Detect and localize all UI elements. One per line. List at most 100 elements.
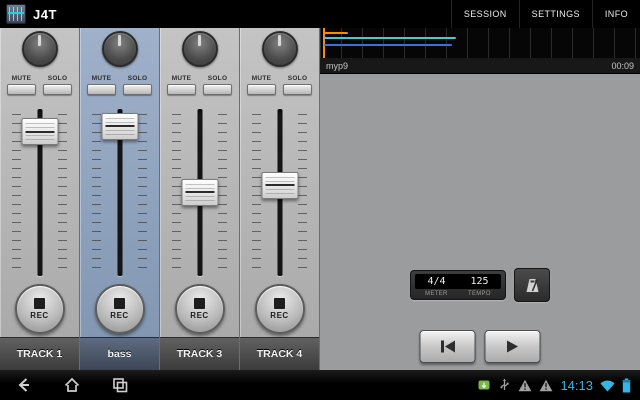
mute-label: MUTE	[92, 75, 112, 82]
home-icon	[62, 375, 82, 395]
track-name-label[interactable]: TRACK 1	[0, 337, 79, 370]
waveform-trace-cyan	[324, 37, 456, 39]
volume-fader[interactable]	[261, 172, 298, 199]
elapsed-time: 00:09	[611, 61, 634, 71]
record-square-icon	[114, 298, 125, 309]
mute-solo-row: MUTE SOLO	[240, 70, 319, 100]
fader-ticks	[92, 114, 101, 271]
play-button[interactable]	[485, 330, 541, 363]
waveform-trace-blue	[324, 44, 452, 46]
solo-label: SOLO	[128, 75, 148, 82]
fader-zone	[240, 106, 319, 279]
rec-label: REC	[190, 311, 208, 320]
rec-zone: REC	[0, 281, 79, 337]
mute-label: MUTE	[252, 75, 272, 82]
mute-button[interactable]	[7, 84, 36, 95]
fader-zone	[0, 106, 79, 279]
pan-knob[interactable]	[262, 31, 298, 67]
action-bar: J4T SESSION SETTINGS INFO	[0, 0, 640, 28]
action-bar-menu: SESSION SETTINGS INFO	[451, 0, 640, 28]
tempo-display-screen: 4/4 125	[415, 274, 501, 289]
volume-fader[interactable]	[21, 118, 58, 145]
knob-zone	[80, 28, 159, 70]
fader-ticks	[252, 114, 261, 271]
pan-knob[interactable]	[102, 31, 138, 67]
solo-label: SOLO	[208, 75, 228, 82]
tempo-cluster: 4/4 125 METER TEMPO	[410, 268, 550, 302]
metronome-button[interactable]	[514, 268, 550, 302]
mixer-panel: MUTE SOLO REC TRACK 1	[0, 28, 320, 370]
mute-solo-row: MUTE SOLO	[0, 70, 79, 100]
mute-button[interactable]	[247, 84, 276, 95]
mute-button[interactable]	[167, 84, 196, 95]
recent-apps-button[interactable]	[96, 370, 144, 400]
mute-label: MUTE	[12, 75, 32, 82]
deck-area: 4/4 125 METER TEMPO	[320, 74, 640, 370]
fader-ticks	[298, 114, 307, 271]
skip-to-start-button[interactable]	[420, 330, 476, 363]
track-name-label[interactable]: bass	[80, 337, 159, 370]
rec-zone: REC	[160, 281, 239, 337]
recent-apps-icon	[110, 375, 130, 395]
knob-zone	[160, 28, 239, 70]
usb-connected-icon	[477, 378, 491, 392]
record-arm-button[interactable]: REC	[95, 284, 145, 334]
solo-label: SOLO	[48, 75, 68, 82]
back-button[interactable]	[0, 370, 48, 400]
volume-fader[interactable]	[181, 179, 218, 206]
volume-fader[interactable]	[101, 113, 138, 140]
mute-solo-row: MUTE SOLO	[80, 70, 159, 100]
pan-knob[interactable]	[22, 31, 58, 67]
home-button[interactable]	[48, 370, 96, 400]
record-square-icon	[34, 298, 45, 309]
pan-knob[interactable]	[182, 31, 218, 67]
waveform-trace-orange	[324, 32, 348, 34]
app-screen: J4T SESSION SETTINGS INFO MUTE SOLO	[0, 0, 640, 400]
battery-icon	[622, 378, 631, 393]
track-name-label[interactable]: TRACK 3	[160, 337, 239, 370]
solo-button[interactable]	[43, 84, 72, 95]
record-arm-button[interactable]: REC	[15, 284, 65, 334]
track-strip-4: MUTE SOLO REC TRACK 4	[240, 28, 320, 370]
transport-controls	[420, 330, 541, 363]
rec-label: REC	[270, 311, 288, 320]
tempo-label: TEMPO	[468, 291, 491, 297]
fader-ticks	[12, 114, 21, 271]
meter-label: METER	[425, 291, 448, 297]
fader-ticks	[58, 114, 67, 271]
track-name-label[interactable]: TRACK 4	[240, 337, 319, 370]
wifi-icon	[600, 379, 615, 392]
track-strip-2: MUTE SOLO REC bass	[80, 28, 160, 370]
waveform-timeline[interactable]	[320, 28, 640, 58]
rec-label: REC	[30, 311, 48, 320]
track-strip-1: MUTE SOLO REC TRACK 1	[0, 28, 80, 370]
record-arm-button[interactable]: REC	[255, 284, 305, 334]
menu-item-settings[interactable]: SETTINGS	[519, 0, 592, 28]
mute-label: MUTE	[172, 75, 192, 82]
tempo-display-labels: METER TEMPO	[415, 291, 501, 297]
fader-ticks	[172, 114, 181, 271]
record-square-icon	[194, 298, 205, 309]
warning-icon	[518, 379, 532, 392]
mute-button[interactable]	[87, 84, 116, 95]
menu-item-info[interactable]: INFO	[592, 0, 640, 28]
solo-button[interactable]	[283, 84, 312, 95]
status-icons: 14:13	[477, 378, 640, 393]
solo-button[interactable]	[123, 84, 152, 95]
clip-info-bar: myp9 00:09	[320, 58, 640, 74]
app-title: J4T	[33, 7, 57, 22]
knob-zone	[0, 28, 79, 70]
tempo-value: 125	[470, 276, 488, 287]
record-square-icon	[274, 298, 285, 309]
menu-item-session[interactable]: SESSION	[451, 0, 519, 28]
arrangement-panel: myp9 00:09 4/4 125 METER TEMPO	[320, 28, 640, 370]
mute-solo-row: MUTE SOLO	[160, 70, 239, 100]
fader-zone	[160, 106, 239, 279]
main-area: MUTE SOLO REC TRACK 1	[0, 28, 640, 370]
tempo-display[interactable]: 4/4 125 METER TEMPO	[410, 270, 506, 300]
knob-zone	[240, 28, 319, 70]
record-arm-button[interactable]: REC	[175, 284, 225, 334]
fader-ticks	[218, 114, 227, 271]
solo-button[interactable]	[203, 84, 232, 95]
clock: 14:13	[560, 378, 593, 393]
